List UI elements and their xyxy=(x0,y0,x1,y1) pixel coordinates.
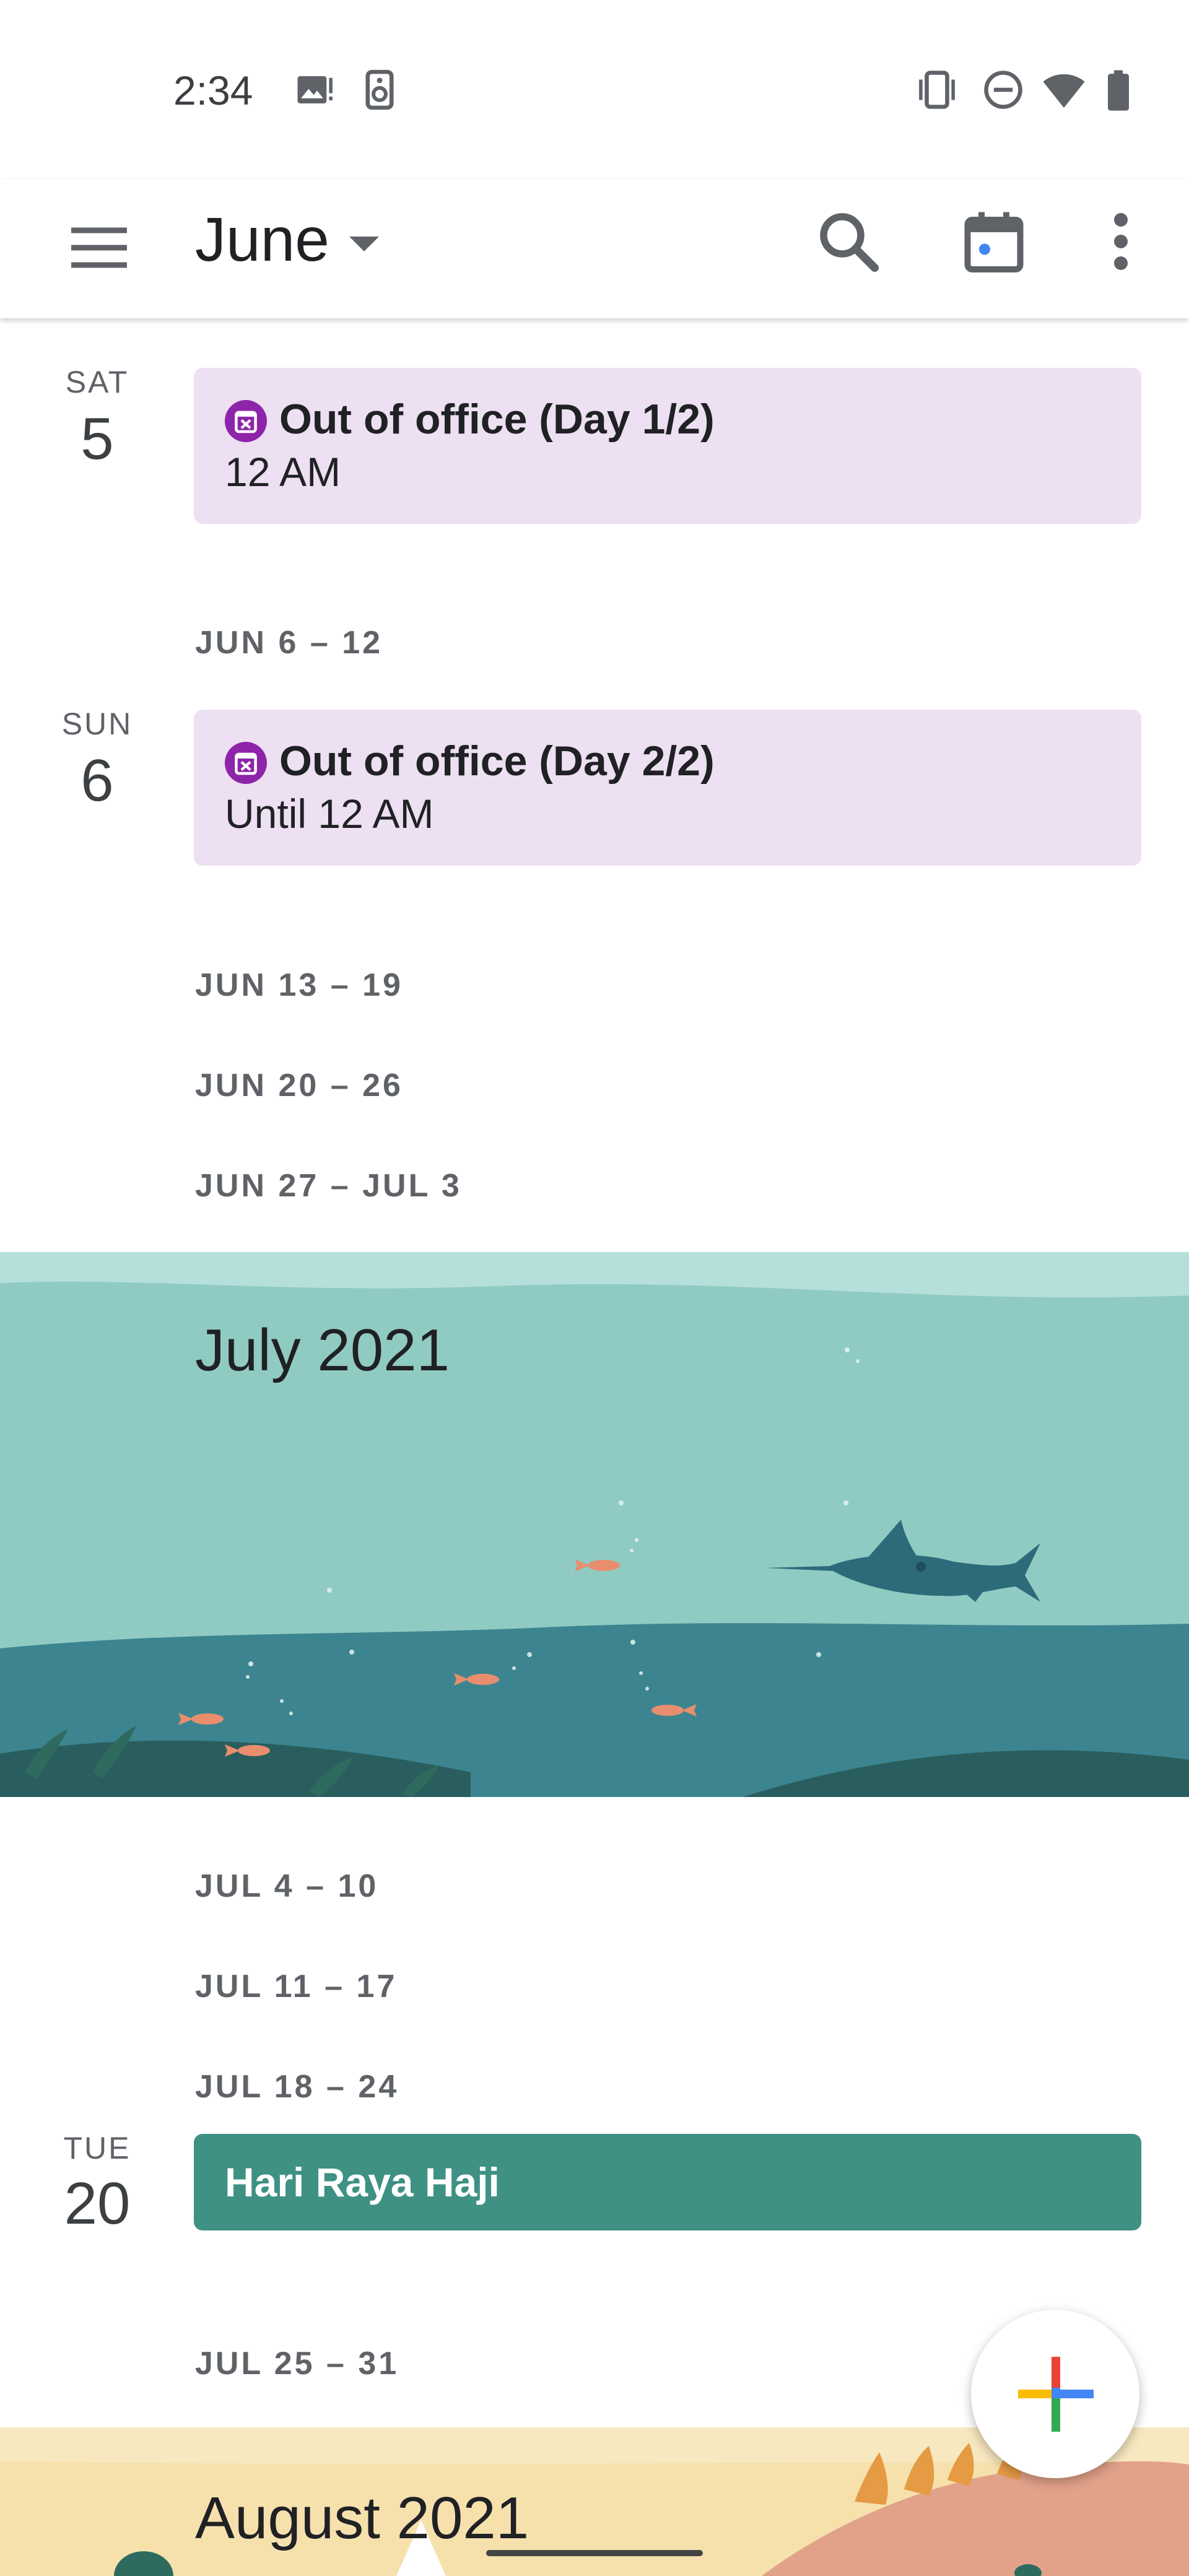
event-title: Out of office (Day 2/2) xyxy=(279,738,715,785)
week-label-jul-4: JUL 4 – 10 xyxy=(195,1868,379,1904)
week-label-jul-11: JUL 11 – 17 xyxy=(195,1969,398,2004)
week-label-jun-6: JUN 6 – 12 xyxy=(195,625,383,661)
day-of-week-sun: SUN xyxy=(61,707,133,741)
week-label-jul-25: JUL 25 – 31 xyxy=(195,2346,399,2382)
event-card-out-of-office-1[interactable]: Out of office (Day 1/2) 12 AM xyxy=(194,368,1141,524)
app-bar: June xyxy=(0,180,1189,318)
add-plus-icon xyxy=(1018,2357,1094,2432)
event-card-out-of-office-2[interactable]: Out of office (Day 2/2) Until 12 AM xyxy=(194,710,1141,866)
week-label-jun-20: JUN 20 – 26 xyxy=(195,1068,403,1103)
menu-icon[interactable] xyxy=(62,211,136,285)
gesture-nav-handle[interactable] xyxy=(486,2550,703,2556)
week-label-jun-27: JUN 27 – JUL 3 xyxy=(195,1168,462,1204)
underwater-illustration xyxy=(0,1252,1189,1797)
do-not-disturb-icon xyxy=(984,71,1022,109)
month-banner-july: July 2021 xyxy=(0,1252,1189,1797)
event-card-hari-raya-haji[interactable]: Hari Raya Haji xyxy=(194,2134,1141,2230)
event-time: 12 AM xyxy=(225,449,341,495)
week-label-jun-13: JUN 13 – 19 xyxy=(195,967,403,1003)
speaker-icon xyxy=(365,69,394,110)
month-banner-title: July 2021 xyxy=(195,1317,450,1383)
battery-icon xyxy=(1108,70,1129,111)
event-title: Out of office (Day 1/2) xyxy=(279,396,715,443)
image-notification-icon xyxy=(297,76,333,103)
day-number-20[interactable]: 20 xyxy=(38,2170,156,2238)
month-title[interactable]: June xyxy=(195,204,329,276)
week-label-jul-18: JUL 18 – 24 xyxy=(195,2069,399,2105)
status-time: 2:34 xyxy=(173,67,253,113)
out-of-office-icon xyxy=(225,400,267,442)
day-of-week-sat: SAT xyxy=(65,365,129,399)
create-event-button[interactable] xyxy=(971,2310,1139,2478)
day-number-6[interactable]: 6 xyxy=(38,747,156,815)
dropdown-caret-icon[interactable] xyxy=(346,233,383,255)
vibrate-icon xyxy=(919,71,955,109)
event-time: Until 12 AM xyxy=(225,791,434,837)
out-of-office-icon xyxy=(225,742,267,784)
more-vert-icon[interactable] xyxy=(1096,204,1146,279)
day-number-5[interactable]: 5 xyxy=(38,405,156,473)
event-title: Hari Raya Haji xyxy=(225,2159,500,2205)
status-bar: 2:34 xyxy=(0,0,1189,180)
day-of-week-tue: TUE xyxy=(63,2131,131,2165)
month-banner-title: August 2021 xyxy=(195,2485,529,2551)
today-calendar-icon[interactable] xyxy=(957,204,1031,279)
search-icon[interactable] xyxy=(811,204,886,279)
wifi-icon xyxy=(1043,74,1085,108)
